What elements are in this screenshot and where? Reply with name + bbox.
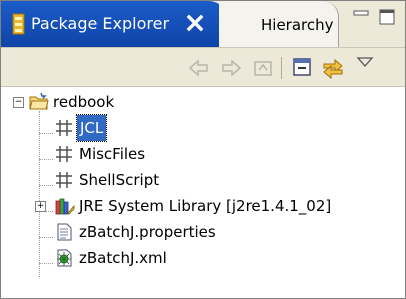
xml-file-icon — [57, 249, 72, 267]
package-icon — [56, 172, 72, 188]
tree-item-label: ShellScript — [79, 171, 160, 189]
tree-item-package[interactable]: MiscFiles — [1, 141, 405, 167]
tree-item-label: zBatchJ.xml — [79, 249, 167, 267]
tree-item-project[interactable]: − redbook — [1, 89, 405, 115]
tree-item-label: JRE System Library [j2re1.4.1_02] — [79, 197, 332, 215]
view-menu-icon[interactable] — [353, 52, 377, 76]
tab-hierarchy[interactable]: Hierarchy — [219, 1, 339, 47]
package-icon — [56, 146, 72, 162]
library-icon — [55, 198, 75, 215]
close-icon[interactable] — [185, 13, 205, 33]
tab-label: Package Explorer — [31, 14, 170, 33]
tree-item-file[interactable]: zBatchJ.properties — [1, 219, 405, 245]
forward-icon[interactable] — [219, 56, 243, 80]
tree-item-file[interactable]: zBatchJ.xml — [1, 245, 405, 271]
window-controls — [351, 7, 405, 31]
tree-item-label: JCL — [75, 114, 108, 142]
maximize-icon[interactable] — [377, 7, 397, 27]
text-file-icon — [57, 223, 72, 241]
project-tree: − redbook JCL MiscFiles ShellScript + JR… — [1, 87, 405, 298]
view-toolbar — [1, 47, 405, 87]
tree-item-label: zBatchJ.properties — [79, 223, 216, 241]
up-icon[interactable] — [251, 56, 275, 80]
tree-item-label: MiscFiles — [79, 145, 146, 163]
tab-strip: Package Explorer Hierarchy — [1, 1, 405, 47]
expand-toggle[interactable]: + — [35, 201, 46, 212]
link-with-editor-icon[interactable] — [321, 56, 345, 80]
toolbar-separator — [281, 57, 282, 79]
tree-item-library[interactable]: + JRE System Library [j2re1.4.1_02] — [1, 193, 405, 219]
minimize-icon[interactable] — [351, 7, 371, 27]
package-explorer-icon — [12, 13, 25, 35]
collapse-toggle[interactable]: − — [13, 97, 24, 108]
back-icon[interactable] — [187, 56, 211, 80]
tab-label: Hierarchy — [261, 16, 334, 34]
tree-item-package[interactable]: ShellScript — [1, 167, 405, 193]
tree-item-label: redbook — [53, 93, 115, 111]
collapse-all-icon[interactable] — [291, 56, 315, 80]
package-explorer-view: Package Explorer Hierarchy − redbook JCL… — [0, 0, 406, 299]
tree-item-package[interactable]: JCL — [1, 114, 405, 142]
package-icon — [56, 120, 72, 136]
tab-package-explorer[interactable]: Package Explorer — [1, 1, 227, 47]
project-folder-icon — [29, 92, 49, 110]
